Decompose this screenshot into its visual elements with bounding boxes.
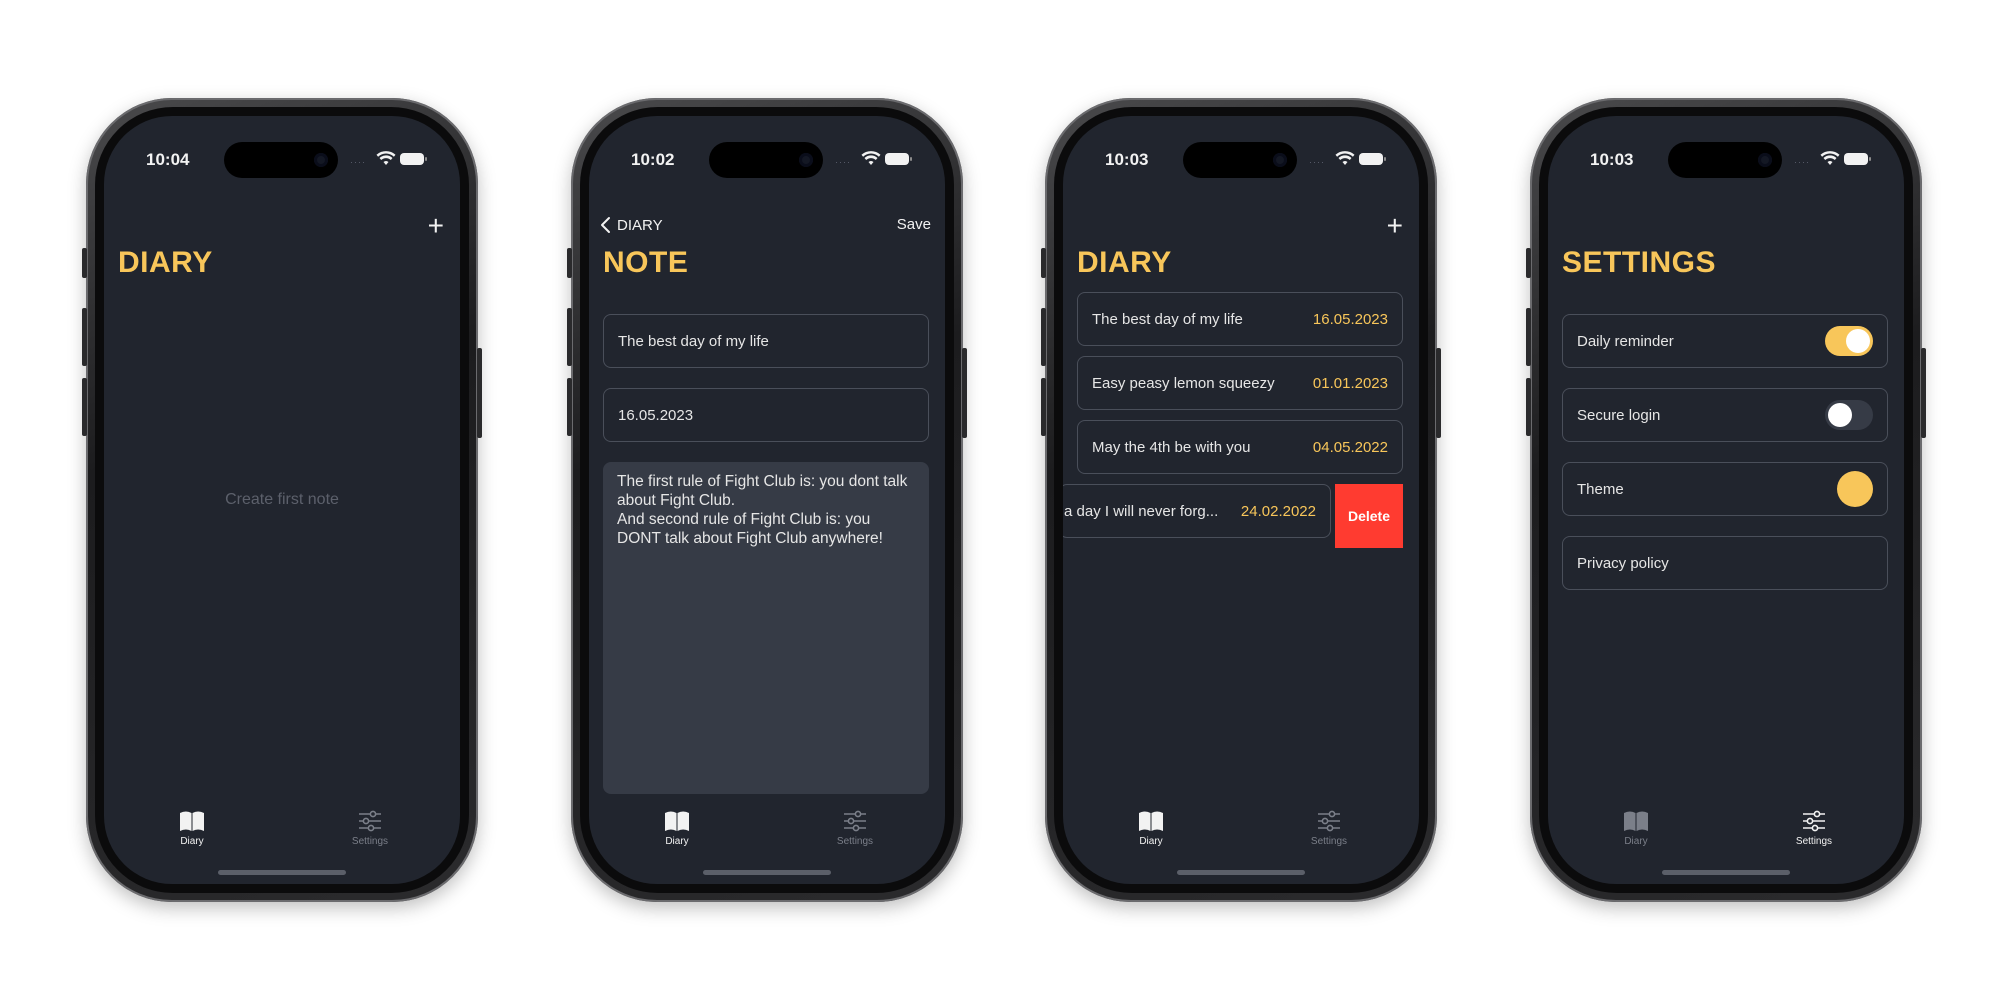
phone-frame-note: 10:02 ···· DIARY Save NOTE The best day …: [567, 98, 967, 902]
screen-diary-list: 10:03 ···· + DIARY The best day of my li…: [1063, 116, 1419, 884]
status-icons: ····: [1309, 149, 1389, 169]
theme-color-swatch[interactable]: [1837, 471, 1873, 507]
tab-settings[interactable]: Settings: [1289, 810, 1369, 847]
daily-reminder-toggle[interactable]: [1825, 326, 1873, 356]
screen-note: 10:02 ···· DIARY Save NOTE The best day …: [589, 116, 945, 884]
diary-entry-row-swiped[interactable]: a day I will never forg... 24.02.2022: [1063, 484, 1331, 538]
add-note-button[interactable]: +: [428, 212, 444, 240]
setting-label: Theme: [1577, 480, 1624, 498]
setting-label: Privacy policy: [1577, 554, 1669, 572]
setting-row-daily-reminder[interactable]: Daily reminder: [1562, 314, 1888, 368]
phone-frame-diary-empty: 10:04 ···· + DIARY Create first note Dia…: [82, 98, 482, 902]
back-label: DIARY: [617, 216, 663, 234]
home-indicator[interactable]: [218, 870, 346, 875]
empty-state-text: Create first note: [225, 491, 339, 508]
page-title: DIARY: [1077, 246, 1172, 279]
back-button[interactable]: DIARY: [599, 216, 663, 234]
setting-row-theme[interactable]: Theme: [1562, 462, 1888, 516]
battery-icon: [1844, 153, 1871, 165]
diary-entry-row[interactable]: Easy peasy lemon squeezy 01.01.2023: [1077, 356, 1403, 410]
tab-settings[interactable]: Settings: [815, 810, 895, 847]
dynamic-island: [224, 142, 338, 178]
sliders-icon: [1318, 810, 1340, 832]
home-indicator[interactable]: [1662, 870, 1790, 875]
entry-date: 01.01.2023: [1312, 374, 1388, 392]
setting-label: Daily reminder: [1577, 332, 1674, 350]
phone-frame-diary-list: 10:03 ···· + DIARY The best day of my li…: [1041, 98, 1441, 902]
status-time: 10:03: [1105, 150, 1149, 169]
status-icons: ····: [835, 149, 915, 169]
cellular-signal-icon: ····: [1309, 157, 1325, 167]
note-date-field[interactable]: 16.05.2023: [603, 388, 929, 442]
page-title: DIARY: [118, 246, 213, 279]
entry-date: 04.05.2022: [1312, 438, 1388, 456]
book-icon: [1139, 811, 1163, 831]
book-icon: [1624, 811, 1648, 831]
setting-row-secure-login[interactable]: Secure login: [1562, 388, 1888, 442]
tab-diary[interactable]: Diary: [1111, 810, 1191, 847]
tab-diary[interactable]: Diary: [1596, 810, 1676, 847]
tab-bar: Diary Settings: [1548, 810, 1904, 854]
entry-title: Easy peasy lemon squeezy: [1092, 374, 1275, 392]
tab-diary[interactable]: Diary: [152, 810, 232, 847]
page-title: SETTINGS: [1562, 246, 1717, 279]
cellular-signal-icon: ····: [1794, 157, 1810, 167]
sliders-icon: [1803, 810, 1825, 832]
dynamic-island: [1668, 142, 1782, 178]
sliders-icon: [359, 810, 381, 832]
status-time: 10:04: [146, 150, 190, 169]
status-icons: ····: [1794, 149, 1874, 169]
add-note-button[interactable]: +: [1387, 212, 1403, 240]
entry-title: The best day of my life: [1092, 310, 1243, 328]
entry-date: 16.05.2023: [1312, 310, 1388, 328]
tab-settings[interactable]: Settings: [1774, 810, 1854, 847]
setting-label: Secure login: [1577, 406, 1661, 424]
save-button[interactable]: Save: [897, 216, 931, 233]
battery-icon: [1359, 153, 1386, 165]
delete-button[interactable]: Delete: [1335, 484, 1403, 548]
book-icon: [180, 811, 204, 831]
sliders-icon: [844, 810, 866, 832]
home-indicator[interactable]: [703, 870, 831, 875]
diary-entry-row[interactable]: May the 4th be with you 04.05.2022: [1077, 420, 1403, 474]
tab-bar: Diary Settings: [589, 810, 945, 854]
phone-frame-settings: 10:03 ···· SETTINGS Daily reminder Secur…: [1526, 98, 1926, 902]
tab-diary[interactable]: Diary: [637, 810, 717, 847]
setting-row-privacy-policy[interactable]: Privacy policy: [1562, 536, 1888, 590]
wifi-icon: [1335, 151, 1355, 165]
page-title: NOTE: [603, 246, 689, 279]
status-time: 10:02: [631, 150, 675, 169]
entry-date: 24.02.2022: [1240, 502, 1316, 520]
tab-bar: Diary Settings: [104, 810, 460, 854]
diary-entry-row[interactable]: The best day of my life 16.05.2023: [1077, 292, 1403, 346]
screen-diary-empty: 10:04 ···· + DIARY Create first note Dia…: [104, 116, 460, 884]
dynamic-island: [1183, 142, 1297, 178]
tab-settings[interactable]: Settings: [330, 810, 410, 847]
wifi-icon: [376, 151, 396, 165]
wifi-icon: [861, 151, 881, 165]
battery-icon: [400, 153, 427, 165]
entry-title: May the 4th be with you: [1092, 438, 1251, 456]
status-time: 10:03: [1590, 150, 1634, 169]
battery-icon: [885, 153, 912, 165]
status-icons: ····: [350, 149, 430, 169]
entry-title: a day I will never forg...: [1064, 502, 1219, 520]
cellular-signal-icon: ····: [350, 157, 366, 167]
dynamic-island: [709, 142, 823, 178]
tab-bar: Diary Settings: [1063, 810, 1419, 854]
wifi-icon: [1820, 151, 1840, 165]
note-title-field[interactable]: The best day of my life: [603, 314, 929, 368]
screen-settings: 10:03 ···· SETTINGS Daily reminder Secur…: [1548, 116, 1904, 884]
chevron-left-icon: [601, 217, 610, 233]
book-icon: [665, 811, 689, 831]
home-indicator[interactable]: [1177, 870, 1305, 875]
cellular-signal-icon: ····: [835, 157, 851, 167]
note-body-textarea[interactable]: The first rule of Fight Club is: you don…: [603, 462, 929, 794]
secure-login-toggle[interactable]: [1825, 400, 1873, 430]
